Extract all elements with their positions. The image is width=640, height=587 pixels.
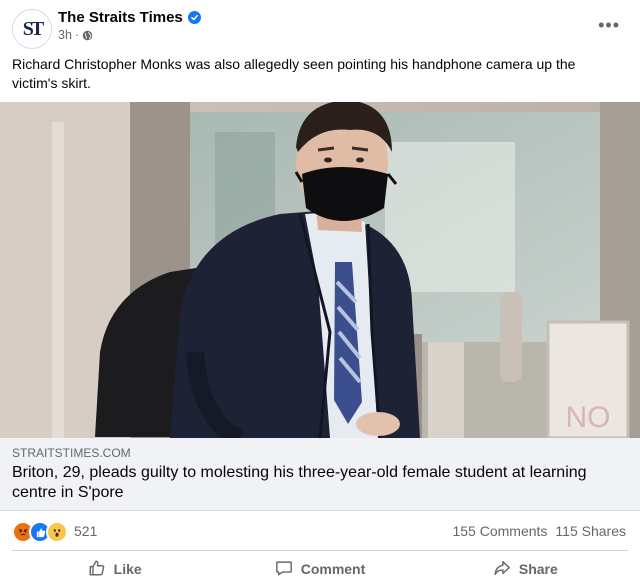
engagement-counts: 155 Comments 115 Shares [452,523,626,539]
action-bar: Like Comment Share [12,552,628,586]
wow-reaction-icon [46,521,68,543]
link-domain: STRAITSTIMES.COM [12,446,131,460]
shares-count[interactable]: 115 Shares [555,523,626,539]
page-name-link[interactable]: The Straits Times [58,9,183,26]
reaction-icons[interactable] [12,521,68,543]
page-avatar[interactable]: ST [12,9,52,49]
link-headline[interactable]: Briton, 29, pleads guilty to molesting h… [12,463,622,503]
like-label: Like [113,561,142,577]
post-caption: Richard Christopher Monks was also alleg… [12,56,576,91]
facebook-post: ST The Straits Times 3h · ••• Richard Ch… [0,0,640,587]
comment-button[interactable]: Comment [217,552,422,586]
thumbs-up-icon [88,559,106,580]
comment-label: Comment [300,561,366,577]
link-preview[interactable]: STRAITSTIMES.COM Briton, 29, pleads guil… [0,438,640,511]
share-arrow-icon [493,559,511,580]
post-photo[interactable]: NO [0,102,640,438]
post-meta: 3h · [58,28,93,42]
post-header: ST The Straits Times 3h · ••• [0,0,640,50]
share-label: Share [518,561,558,577]
like-button[interactable]: Like [12,552,217,586]
post-timestamp[interactable]: 3h [58,28,72,42]
more-options-button[interactable]: ••• [598,16,620,34]
divider [12,550,628,551]
verified-badge-icon [187,11,201,24]
svg-text:NO: NO [566,401,611,434]
photo-illustration: NO [0,102,640,438]
globe-icon [82,30,93,41]
page-name-row: The Straits Times [58,9,201,26]
comment-icon [275,559,293,580]
share-button[interactable]: Share [423,552,628,586]
meta-separator: · [74,28,80,42]
reaction-count[interactable]: 521 [74,523,97,539]
comments-count[interactable]: 155 Comments [452,523,547,539]
reactions-bar: 521 155 Comments 115 Shares [0,512,640,548]
